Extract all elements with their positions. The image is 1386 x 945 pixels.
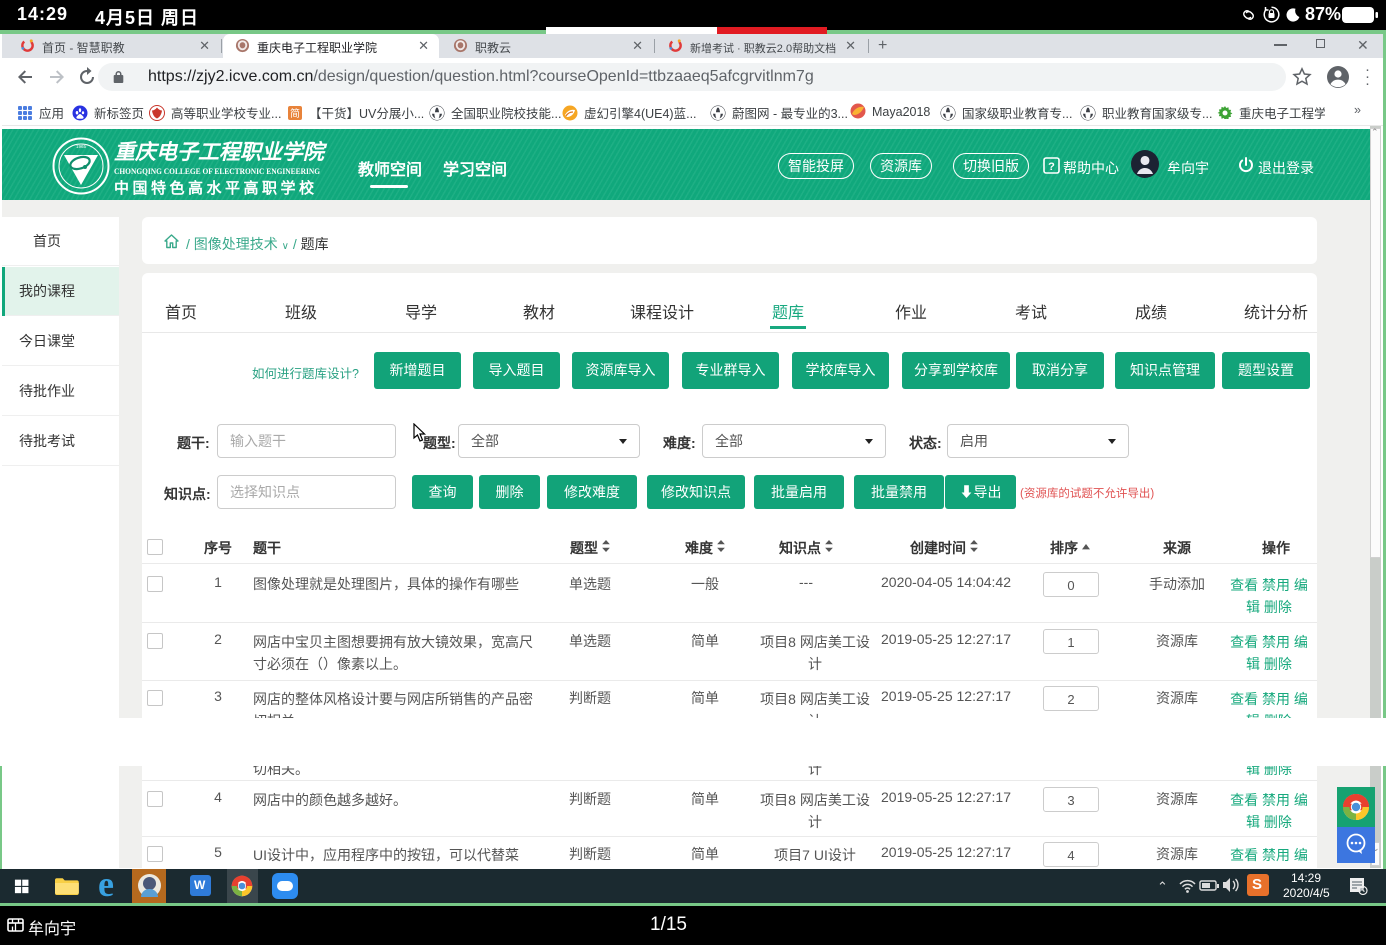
svg-text:?: ?: [1048, 161, 1055, 173]
svg-text:1965: 1965: [76, 144, 87, 149]
svg-text:简: 简: [290, 107, 300, 120]
